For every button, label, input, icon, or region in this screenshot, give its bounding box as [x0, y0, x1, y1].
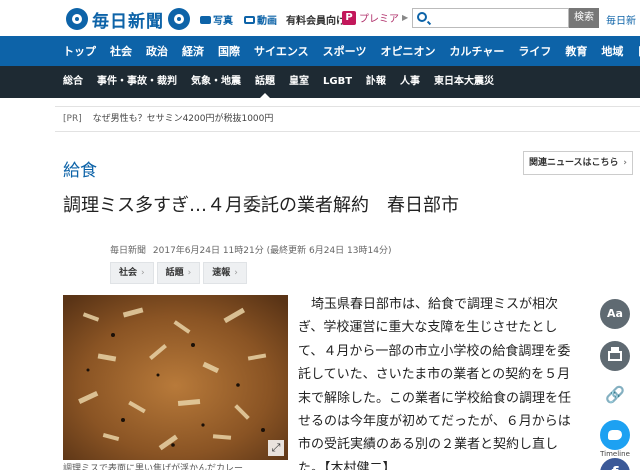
sub-nav-lgbt[interactable]: LGBT [323, 66, 352, 98]
logo-text: 毎日新聞 [92, 11, 164, 32]
video-label: 動画 [257, 16, 277, 27]
article-tags: 社会 › 話題 › 速報 › [110, 262, 247, 284]
header-extra-link[interactable]: 毎日新 [606, 12, 636, 27]
chevron-right-icon: › [623, 158, 627, 168]
facebook-share-button[interactable]: f [600, 458, 630, 470]
article-updated: (最終更新 6月24日 13時14分) [266, 246, 392, 256]
sub-nav-imperial[interactable]: 皇室 [289, 66, 309, 98]
print-button[interactable] [600, 341, 630, 371]
expand-icon[interactable]: ⤢ [268, 440, 284, 456]
main-nav-society[interactable]: 社会 [110, 43, 132, 59]
sub-nav-obituaries[interactable]: 訃報 [366, 66, 386, 98]
twitter-share-button[interactable] [600, 420, 630, 450]
sub-nav-personnel[interactable]: 人事 [400, 66, 420, 98]
facebook-icon: f [612, 463, 619, 470]
main-nav-science[interactable]: サイエンス [254, 43, 309, 59]
logo-right-emblem-icon [168, 8, 190, 30]
related-news-label: 関連ニュースはこちら [529, 158, 619, 168]
timeline-label: Timeline [600, 450, 630, 458]
logo-left-emblem-icon [66, 8, 88, 30]
curry-photo-image [63, 295, 288, 460]
pr-banner[interactable]: [PR] なぜ男性も？セサミン4200円が税抜1000円 [55, 106, 640, 132]
tag-label: 社会 [119, 268, 138, 278]
photo-label: 写真 [213, 16, 233, 27]
font-size-label: Aa [607, 307, 623, 320]
premier-link[interactable]: P プレミア ▶ [342, 10, 408, 25]
article-headline: 調理ミス多すぎ…４月委託の業者解約 春日部市 [63, 195, 459, 216]
video-icon [244, 15, 255, 24]
article-photo[interactable]: ⤢ [63, 295, 288, 460]
chevron-right-icon: ▶ [402, 13, 409, 22]
camera-icon [200, 15, 211, 24]
main-nav-opinion[interactable]: オピニオン [380, 43, 435, 59]
sub-nav-topics[interactable]: 話題 [255, 66, 275, 98]
chevron-right-icon: › [234, 268, 238, 278]
sub-nav: 総合 事件・事故・裁判 気象・地震 話題 皇室 LGBT 訃報 人事 東日本大震… [0, 66, 640, 98]
related-news-button[interactable]: 関連ニュースはこちら › [523, 151, 633, 175]
article-source: 毎日新聞 [110, 246, 147, 256]
tag-label: 速報 [212, 268, 231, 278]
search-button[interactable]: 検索 [569, 8, 599, 28]
tag-label: 話題 [165, 268, 184, 278]
print-icon [608, 347, 622, 361]
article-body: 埼玉県春日部市は、給食で調理ミスが相次ぎ、学校運営に重大な支障を生じさせたとして… [298, 293, 582, 470]
main-nav-life[interactable]: ライフ [518, 43, 551, 59]
pr-text: なぜ男性も？セサミン4200円が税抜1000円 [92, 114, 274, 124]
main-nav-international[interactable]: 国際 [218, 43, 240, 59]
main-nav-culture[interactable]: カルチャー [449, 43, 504, 59]
main-nav-top[interactable]: トップ [63, 43, 96, 59]
sub-nav-earthquake[interactable]: 東日本大震災 [434, 66, 494, 98]
paid-members-label: 有料会員向け [286, 16, 346, 27]
photo-link[interactable]: 写真 [200, 12, 233, 27]
main-nav-region[interactable]: 地域 [601, 43, 623, 59]
sub-nav-incidents[interactable]: 事件・事故・裁判 [97, 66, 177, 98]
main-nav: トップ 社会 政治 経済 国際 サイエンス スポーツ オピニオン カルチャー ラ… [0, 36, 640, 66]
search-box [412, 8, 569, 28]
topic-label[interactable]: 給食 [63, 156, 97, 181]
article-meta: 毎日新聞 2017年6月24日 11時21分 (最終更新 6月24日 13時14… [110, 243, 391, 256]
chevron-right-icon: › [187, 268, 192, 278]
main-nav-economy[interactable]: 経済 [182, 43, 204, 59]
article-paragraph: 埼玉県春日部市は、給食で調理ミスが相次ぎ、学校運営に重大な支障を生じさせたとして… [298, 293, 582, 470]
search-icon [417, 12, 427, 22]
article-byline: 【木村健二】 [324, 460, 396, 470]
tag-society[interactable]: 社会 › [110, 262, 154, 284]
main-nav-sports[interactable]: スポーツ [323, 43, 367, 59]
top-header: 毎日新聞 写真 動画 有料会員向け P プレミア ▶ 検索 毎日新 [0, 0, 640, 36]
sub-nav-general[interactable]: 総合 [63, 66, 83, 98]
premier-badge-icon: P [342, 10, 356, 25]
pr-tag: [PR] [63, 114, 82, 124]
premier-label: プレミア [359, 14, 399, 25]
copy-link-button[interactable]: 🔗 [600, 380, 630, 410]
search-input[interactable] [433, 10, 563, 26]
main-nav-education[interactable]: 教育 [565, 43, 587, 59]
photo-caption: 調理ミスで表面に黒い焦げが浮かんだカレー [63, 464, 244, 470]
tag-breaking[interactable]: 速報 › [203, 262, 247, 284]
sub-nav-weather[interactable]: 気象・地震 [191, 66, 241, 98]
main-nav-politics[interactable]: 政治 [146, 43, 168, 59]
video-link[interactable]: 動画 [244, 12, 277, 27]
twitter-icon [608, 430, 622, 440]
tag-topics[interactable]: 話題 › [156, 262, 201, 284]
site-logo[interactable]: 毎日新聞 [66, 6, 190, 32]
article-text: 埼玉県春日部市は、給食で調理ミスが相次ぎ、学校運営に重大な支障を生じさせたとして… [298, 297, 572, 470]
chevron-right-icon: › [141, 268, 145, 278]
link-icon: 🔗 [605, 385, 625, 404]
article-published: 2017年6月24日 11時21分 [152, 246, 264, 256]
font-size-button[interactable]: Aa [600, 299, 630, 329]
